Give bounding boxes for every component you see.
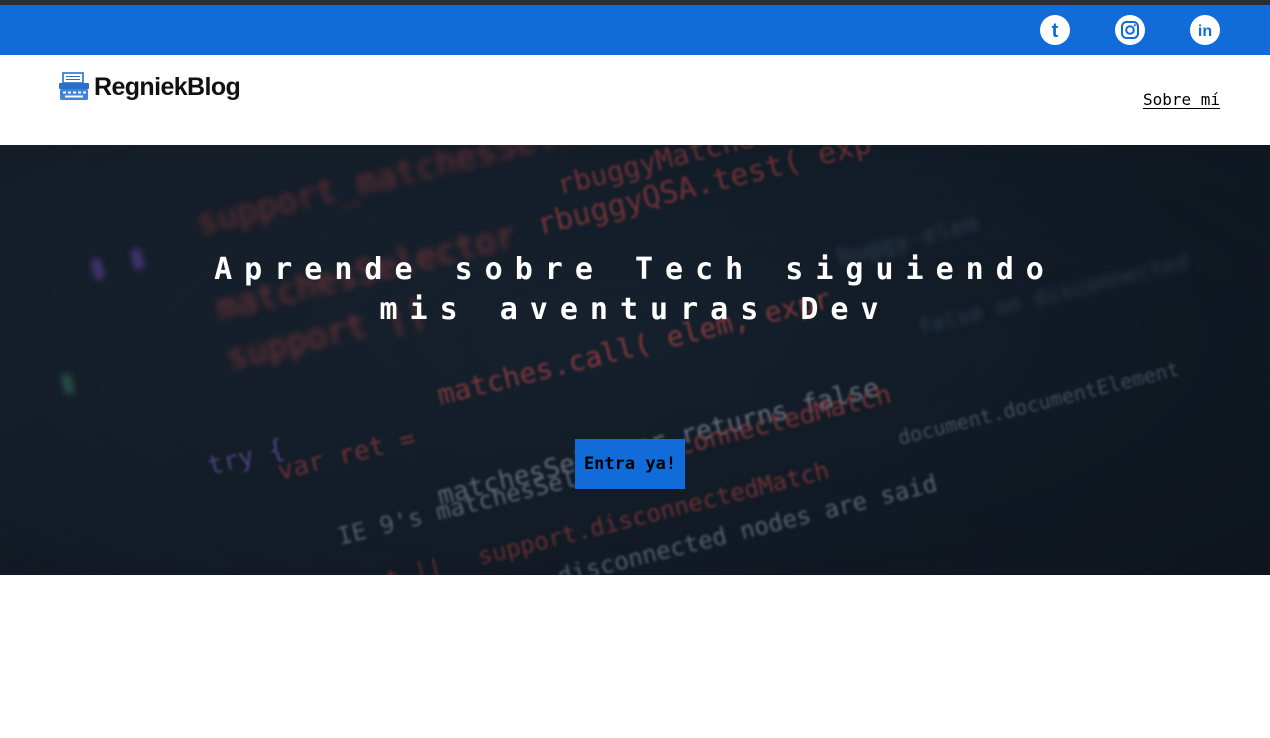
typewriter-icon: [59, 72, 89, 100]
linkedin-glyph: in: [1198, 23, 1212, 40]
tumblr-glyph: t: [1052, 20, 1059, 42]
site-header: RegniekBlog Sobre mí: [0, 55, 1270, 145]
tumblr-icon[interactable]: t: [1040, 15, 1070, 45]
social-bar: t in: [0, 5, 1270, 55]
svg-text:in: in: [1198, 23, 1212, 40]
hero-overlay: [0, 145, 1270, 575]
enter-button[interactable]: Entra ya!: [575, 439, 685, 489]
hero-title-line2: mis aventuras Dev: [379, 292, 891, 327]
instagram-glyph: [1121, 21, 1139, 39]
instagram-icon[interactable]: [1115, 15, 1145, 45]
site-logo[interactable]: RegniekBlog: [57, 71, 241, 103]
nav-link-about[interactable]: Sobre mí: [1143, 90, 1220, 109]
logo-text: RegniekBlog: [94, 73, 241, 101]
hero-banner: support_matchesSelector ▮ ▮ matchesSelec…: [0, 145, 1270, 575]
linkedin-icon[interactable]: in: [1190, 15, 1220, 45]
hero-title-line1: Aprende sobre Tech siguiendo: [214, 252, 1056, 287]
svg-text:t: t: [1052, 20, 1059, 42]
hero-title: Aprende sobre Tech siguiendo mis aventur…: [0, 250, 1270, 330]
